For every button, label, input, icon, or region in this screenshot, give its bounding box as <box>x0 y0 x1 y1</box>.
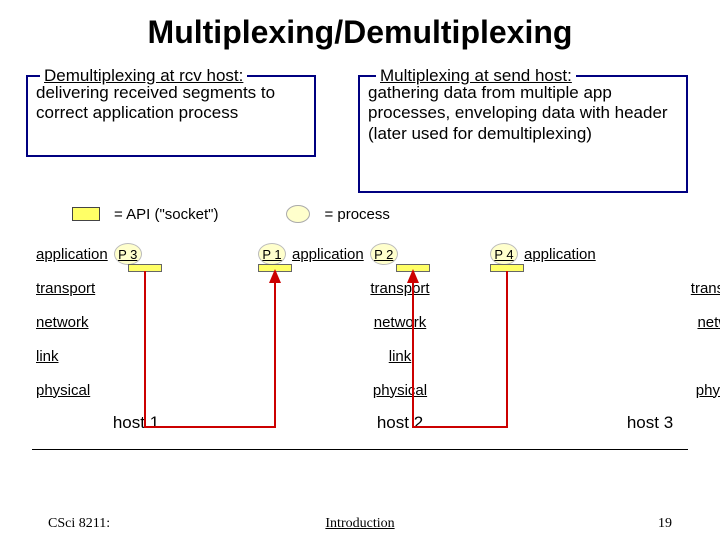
slide-title: Multiplexing/Demultiplexing <box>0 0 720 57</box>
divider-line <box>32 449 688 450</box>
host1-transport: transport <box>36 271 236 305</box>
host3-link: link <box>550 339 720 373</box>
host1-network: network <box>36 305 236 339</box>
host2-stack: . transport network link physical host 2 <box>300 237 500 433</box>
host2-physical: physical <box>300 373 500 407</box>
host2-label: host 2 <box>300 413 500 433</box>
host1-link: link <box>36 339 236 373</box>
footer-left: CSci 8211: <box>48 516 110 532</box>
api-key-label: = API ("socket") <box>114 206 218 223</box>
host1-label: host 1 <box>36 413 236 433</box>
mux-legend: Multiplexing at send host: <box>376 66 576 86</box>
host3-network: network <box>550 305 720 339</box>
api-swatch-icon <box>72 207 100 221</box>
host2-api-bar-left <box>258 264 292 272</box>
footer-mid: Introduction <box>325 516 394 532</box>
slide-footer: CSci 8211: Introduction 19 <box>0 516 720 532</box>
process-key-label: = process <box>324 206 389 223</box>
footer-page-number: 19 <box>658 516 672 532</box>
mux-box: Multiplexing at send host: gathering dat… <box>358 75 688 193</box>
process-swatch-icon <box>286 205 310 223</box>
demux-legend: Demultiplexing at rcv host: <box>40 66 247 86</box>
host3-transport: transport <box>550 271 720 305</box>
demux-box: Demultiplexing at rcv host: delivering r… <box>26 75 316 157</box>
host2-link: link <box>300 339 500 373</box>
host3-physical: physical <box>550 373 720 407</box>
socket-process-key: = API ("socket") = process <box>72 205 390 223</box>
process-p1: P 1 <box>258 243 286 265</box>
host1-physical: physical <box>36 373 236 407</box>
demux-body: delivering received segments to correct … <box>36 83 306 124</box>
host2-transport: transport <box>300 271 500 305</box>
host2-network: network <box>300 305 500 339</box>
host3-label: host 3 <box>550 413 720 433</box>
host3-stack: . transport network link physical host 3 <box>550 237 720 433</box>
diagram-area: Demultiplexing at rcv host: delivering r… <box>0 57 720 487</box>
host1-stack: . transport network link physical host 1 <box>36 237 236 433</box>
mux-body: gathering data from multiple app process… <box>368 83 678 144</box>
